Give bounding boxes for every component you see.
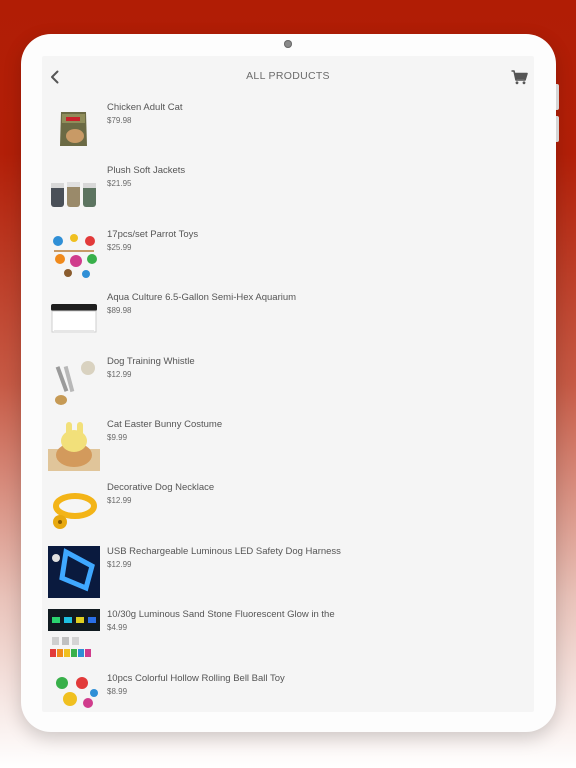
product-image (48, 545, 100, 598)
product-row[interactable]: Chicken Adult Cat $79.98 (42, 98, 534, 161)
product-price: $12.99 (107, 369, 132, 379)
front-camera (284, 40, 292, 48)
tablet-frame: ALL PRODUCTS Chicken Adult Cat $79.98 Pl… (21, 34, 559, 732)
product-row[interactable]: USB Rechargeable Luminous LED Safety Dog… (42, 542, 534, 605)
cart-icon (511, 69, 528, 84)
product-name: USB Rechargeable Luminous LED Safety Dog… (107, 545, 341, 557)
product-name: Chicken Adult Cat (107, 102, 183, 113)
product-row[interactable]: Aqua Culture 6.5-Gallon Semi-Hex Aquariu… (42, 288, 534, 351)
product-name: 17pcs/set Parrot Toys (107, 228, 199, 240)
product-image (48, 355, 100, 408)
product-image (48, 292, 100, 345)
app-screen: ALL PRODUCTS Chicken Adult Cat $79.98 Pl… (42, 56, 534, 712)
product-image (48, 228, 100, 281)
volume-down-button (556, 116, 559, 142)
product-name: Aqua Culture 6.5-Gallon Semi-Hex Aquariu… (107, 292, 297, 304)
product-price: $4.99 (107, 623, 128, 633)
product-name: Dog Training Whistle (107, 355, 195, 367)
product-row[interactable]: 17pcs/set Parrot Toys $25.99 (42, 225, 534, 288)
product-image (48, 418, 100, 471)
product-price: $8.99 (107, 686, 128, 696)
product-name: Cat Easter Bunny Costume (107, 418, 223, 430)
product-row[interactable]: Cat Easter Bunny Costume $9.99 (42, 415, 534, 478)
product-name: 10/30g Luminous Sand Stone Fluorescent G… (107, 609, 335, 621)
product-image (48, 672, 100, 712)
product-name: 10pcs Colorful Hollow Rolling Bell Ball … (107, 672, 285, 684)
product-price: $89.98 (107, 306, 132, 316)
product-image (48, 102, 100, 154)
product-row[interactable]: 10/30g Luminous Sand Stone Fluorescent G… (42, 605, 534, 668)
product-image (48, 609, 100, 662)
product-image (48, 165, 100, 218)
nav-bar: ALL PRODUCTS (42, 56, 534, 96)
product-row[interactable]: Plush Soft Jackets $21.95 (42, 161, 534, 224)
product-list: Chicken Adult Cat $79.98 Plush Soft Jack… (42, 98, 534, 712)
product-price: $79.98 (107, 116, 132, 125)
product-price: $9.99 (107, 432, 128, 442)
product-row[interactable]: 10pcs Colorful Hollow Rolling Bell Ball … (42, 669, 534, 712)
product-image (48, 482, 100, 535)
product-name: Decorative Dog Necklace (107, 482, 215, 494)
cart-button[interactable] (508, 66, 530, 88)
page-title: ALL PRODUCTS (246, 70, 330, 82)
product-price: $25.99 (107, 242, 132, 252)
product-row[interactable]: Dog Training Whistle $12.99 (42, 352, 534, 415)
product-name: Plush Soft Jackets (107, 165, 186, 177)
volume-up-button (556, 84, 559, 110)
product-price: $12.99 (107, 559, 132, 569)
product-row[interactable]: Decorative Dog Necklace $12.99 (42, 478, 534, 541)
product-price: $12.99 (107, 496, 132, 506)
product-price: $21.95 (107, 179, 132, 189)
